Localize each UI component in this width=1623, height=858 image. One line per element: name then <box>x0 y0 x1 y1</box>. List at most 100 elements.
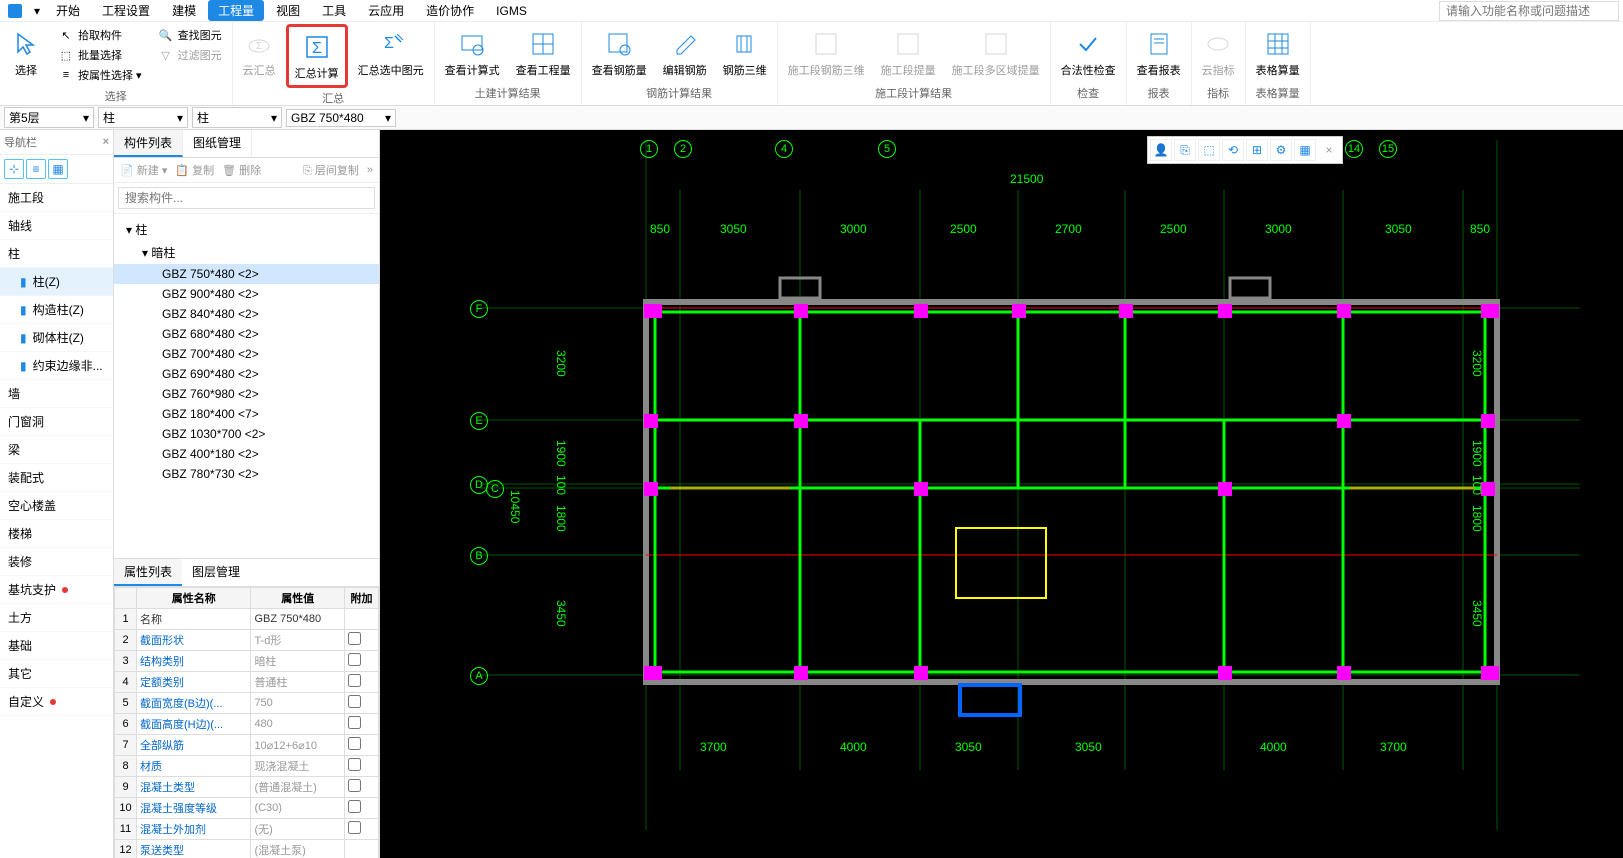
nav-基坑支护[interactable]: 基坑支护 <box>0 576 113 604</box>
sum-selected-button[interactable]: Σ汇总选中图元 <box>352 24 430 82</box>
nav-sub-砌体柱(Z)[interactable]: ▮ 砌体柱(Z) <box>0 324 113 352</box>
prop-checkbox[interactable] <box>348 779 361 792</box>
select-by-prop[interactable]: ≡按属性选择 ▾ <box>54 66 146 84</box>
batch-select[interactable]: ⬚批量选择 <box>54 46 146 64</box>
menu-quantity[interactable]: 工程量 <box>208 0 264 21</box>
tree-item[interactable]: GBZ 840*480 <2> <box>114 304 379 324</box>
validity-check-button[interactable]: 合法性检查 <box>1055 24 1122 82</box>
tree-item[interactable]: ▾ 暗柱 <box>114 241 379 264</box>
nav-梁[interactable]: 梁 <box>0 436 113 464</box>
grid-calc-button[interactable]: 表格算量 <box>1250 24 1306 82</box>
tree-item[interactable]: GBZ 900*480 <2> <box>114 284 379 304</box>
menu-cloud[interactable]: 云应用 <box>358 0 414 21</box>
seg-rebar-3d-button[interactable]: 施工段钢筋三维 <box>782 24 871 82</box>
tool-7-icon[interactable]: ▦ <box>1294 139 1316 161</box>
nav-装配式[interactable]: 装配式 <box>0 464 113 492</box>
prop-row[interactable]: 2截面形状T-d形 <box>115 630 379 651</box>
tool-5-icon[interactable]: ⊞ <box>1246 139 1268 161</box>
tree-item[interactable]: GBZ 760*980 <2> <box>114 384 379 404</box>
pick-member[interactable]: ↖拾取构件 <box>54 26 146 44</box>
tool-3-icon[interactable]: ⬚ <box>1198 139 1220 161</box>
menu-view[interactable]: 视图 <box>266 0 310 21</box>
tab-component-list[interactable]: 构件列表 <box>114 130 183 157</box>
prop-row[interactable]: 12泵送类型(混凝土泵) <box>115 840 379 858</box>
prop-row[interactable]: 7全部纵筋10⌀12+6⌀10 <box>115 735 379 756</box>
tree-item[interactable]: GBZ 780*730 <2> <box>114 464 379 484</box>
tree-item[interactable]: GBZ 690*480 <2> <box>114 364 379 384</box>
tree-item[interactable]: GBZ 750*480 <2> <box>114 264 379 284</box>
view-tree-icon[interactable]: ⊹ <box>4 159 24 179</box>
tree-item[interactable]: GBZ 180*400 <7> <box>114 404 379 424</box>
tab-layer-mgmt[interactable]: 图层管理 <box>182 559 250 586</box>
find-element[interactable]: 🔍查找图元 <box>154 26 226 44</box>
drawing-canvas[interactable]: 👤 ⎘ ⬚ ⟲ ⊞ ⚙ ▦ × <box>380 130 1623 858</box>
seg-qty-button[interactable]: 施工段提量 <box>875 24 942 82</box>
prop-checkbox[interactable] <box>348 695 361 708</box>
menu-dropdown[interactable]: ▾ <box>30 4 44 18</box>
nav-装修[interactable]: 装修 <box>0 548 113 576</box>
tree-item[interactable]: GBZ 1030*700 <2> <box>114 424 379 444</box>
tab-drawing-mgmt[interactable]: 图纸管理 <box>183 130 252 157</box>
prop-row[interactable]: 1名称GBZ 750*480 <box>115 609 379 630</box>
nav-施工段[interactable]: 施工段 <box>0 184 113 212</box>
prop-checkbox[interactable] <box>348 737 361 750</box>
prop-row[interactable]: 8材质现浇混凝土 <box>115 756 379 777</box>
tool-6-icon[interactable]: ⚙ <box>1270 139 1292 161</box>
cloud-index-button[interactable]: 云指标 <box>1196 24 1241 82</box>
toolbar-close-icon[interactable]: × <box>1318 139 1340 161</box>
btn-floor-copy[interactable]: ⎘ 层间复制 <box>303 162 359 178</box>
nav-基础[interactable]: 基础 <box>0 632 113 660</box>
nav-空心楼盖[interactable]: 空心楼盖 <box>0 492 113 520</box>
view-formula-button[interactable]: 查看计算式 <box>439 24 506 82</box>
tree-item[interactable]: GBZ 700*480 <2> <box>114 344 379 364</box>
menu-igms[interactable]: IGMS <box>486 2 537 20</box>
search-input[interactable] <box>1439 1 1619 21</box>
cat1-select[interactable]: 柱▾ <box>98 107 188 128</box>
view-list-icon[interactable]: ≡ <box>26 159 46 179</box>
prop-row[interactable]: 10混凝土强度等级(C30) <box>115 798 379 819</box>
nav-土方[interactable]: 土方 <box>0 604 113 632</box>
prop-checkbox[interactable] <box>348 716 361 729</box>
tree-item[interactable]: GBZ 400*180 <2> <box>114 444 379 464</box>
component-search[interactable] <box>118 187 375 209</box>
prop-checkbox[interactable] <box>348 800 361 813</box>
prop-row[interactable]: 4定额类别普通柱 <box>115 672 379 693</box>
tab-property-list[interactable]: 属性列表 <box>114 559 182 586</box>
prop-row[interactable]: 11混凝土外加剂(无) <box>115 819 379 840</box>
btn-more[interactable]: » <box>367 164 373 176</box>
menu-cost[interactable]: 造价协作 <box>416 0 484 21</box>
tool-2-icon[interactable]: ⎘ <box>1174 139 1196 161</box>
view-rebar-button[interactable]: 查看钢筋量 <box>586 24 653 82</box>
nav-sub-约束边缘非...[interactable]: ▮ 约束边缘非... <box>0 352 113 380</box>
rebar-3d-button[interactable]: 钢筋三维 <box>717 24 773 82</box>
seg-multi-qty-button[interactable]: 施工段多区域提量 <box>946 24 1046 82</box>
instance-select[interactable]: GBZ 750*480▾ <box>286 109 396 127</box>
tree-item[interactable]: ▾ 柱 <box>114 218 379 241</box>
floor-select[interactable]: 第5层▾ <box>4 107 94 128</box>
menu-project-settings[interactable]: 工程设置 <box>92 0 160 21</box>
prop-row[interactable]: 9混凝土类型(普通混凝土) <box>115 777 379 798</box>
btn-new[interactable]: 📄 新建 ▾ <box>120 162 167 178</box>
nav-sub-构造柱(Z)[interactable]: ▮ 构造柱(Z) <box>0 296 113 324</box>
cat2-select[interactable]: 柱▾ <box>192 107 282 128</box>
tree-item[interactable]: GBZ 680*480 <2> <box>114 324 379 344</box>
cloud-sum-button[interactable]: Σ云汇总 <box>237 24 282 82</box>
btn-copy[interactable]: 📋 复制 <box>175 162 214 178</box>
sum-calc-button[interactable]: Σ汇总计算 <box>286 24 348 88</box>
nav-轴线[interactable]: 轴线 <box>0 212 113 240</box>
menu-start[interactable]: 开始 <box>46 0 90 21</box>
nav-楼梯[interactable]: 楼梯 <box>0 520 113 548</box>
prop-row[interactable]: 5截面宽度(B边)(...750 <box>115 693 379 714</box>
prop-checkbox[interactable] <box>348 632 361 645</box>
prop-row[interactable]: 3结构类别暗柱 <box>115 651 379 672</box>
view-quantity-button[interactable]: 查看工程量 <box>510 24 577 82</box>
select-button[interactable]: 选择 <box>4 24 48 82</box>
btn-delete[interactable]: 🗑 删除 <box>222 162 261 178</box>
nav-sub-柱(Z)[interactable]: ▮ 柱(Z) <box>0 268 113 296</box>
prop-checkbox[interactable] <box>348 674 361 687</box>
nav-close-icon[interactable]: × <box>103 136 109 148</box>
prop-checkbox[interactable] <box>348 758 361 771</box>
nav-墙[interactable]: 墙 <box>0 380 113 408</box>
prop-row[interactable]: 6截面高度(H边)(...480 <box>115 714 379 735</box>
nav-门窗洞[interactable]: 门窗洞 <box>0 408 113 436</box>
